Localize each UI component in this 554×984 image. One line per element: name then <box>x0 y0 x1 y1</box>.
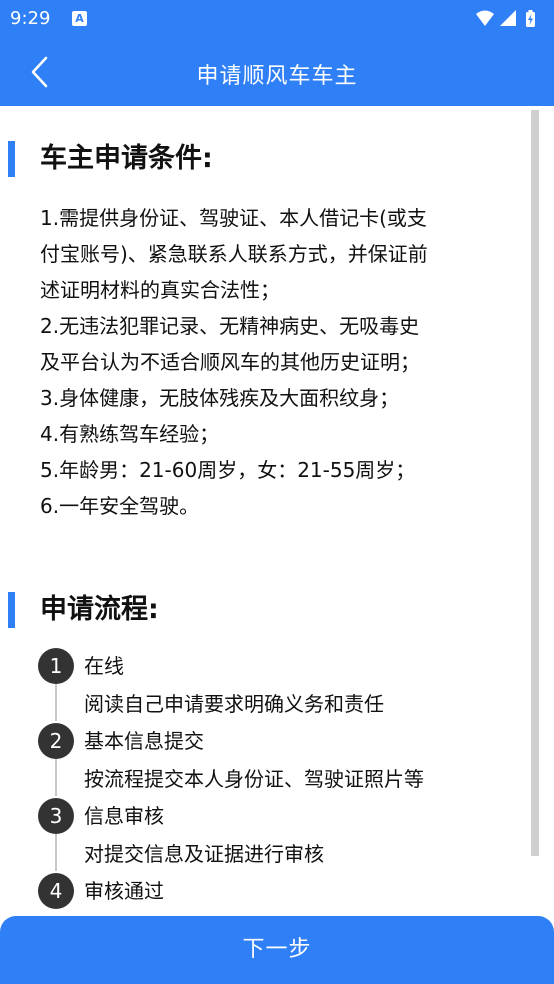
condition-line: 1.需提供身份证、驾驶证、本人借记卡(或支 <box>40 206 427 230</box>
condition-line: 5.年龄男：21-60周岁，女：21-55周岁； <box>40 458 416 482</box>
condition-line: 述证明材料的真实合法性； <box>40 278 280 302</box>
scrollbar[interactable] <box>531 110 539 856</box>
process-heading: 申请流程: <box>40 594 159 625</box>
section-accent-bar <box>8 141 15 177</box>
step-description: 对提交信息及证据进行审核 <box>84 842 324 866</box>
step-title: 审核通过 <box>84 879 164 903</box>
step-description: 按流程提交本人身份证、驾驶证照片等 <box>84 767 424 791</box>
condition-line: 付宝账号)、紧急联系人联系方式，并保证前 <box>40 242 428 266</box>
status-time: 9:29 <box>10 8 51 29</box>
notification-icon: A <box>72 11 87 26</box>
step-number: 2 <box>38 723 74 759</box>
next-step-button[interactable]: 下一步 <box>0 916 554 984</box>
content-scroll-area[interactable]: 车主申请条件: 1.需提供身份证、驾驶证、本人借记卡(或支 付宝账号)、紧急联系… <box>0 106 554 916</box>
page-title: 申请顺风车车主 <box>196 64 358 89</box>
condition-line: 6.一年安全驾驶。 <box>40 494 200 518</box>
step-title: 基本信息提交 <box>84 729 204 753</box>
wifi-icon <box>476 10 494 26</box>
status-icons <box>474 10 542 28</box>
app-bar: 申请顺风车车主 <box>0 38 554 106</box>
condition-line: 3.身体健康，无肢体残疾及大面积纹身； <box>40 386 400 410</box>
condition-line: 4.有熟练驾车经验； <box>40 422 220 446</box>
conditions-heading: 车主申请条件: <box>40 143 213 174</box>
signal-icon <box>500 10 516 26</box>
battery-icon <box>526 10 535 27</box>
step-description: 阅读自己申请要求明确义务和责任 <box>84 692 384 716</box>
status-bar: 9:29 A <box>0 0 554 38</box>
condition-line: 及平台认为不适合顺风车的其他历史证明； <box>40 350 420 374</box>
conditions-list: 1.需提供身份证、驾驶证、本人借记卡(或支 付宝账号)、紧急联系人联系方式，并保… <box>40 200 524 524</box>
step-number: 1 <box>38 648 74 684</box>
step-title: 信息审核 <box>84 804 164 828</box>
condition-line: 2.无违法犯罪记录、无精神病史、无吸毒史 <box>40 314 420 338</box>
step-title: 在线 <box>84 654 124 678</box>
timeline-connector <box>55 834 57 871</box>
step-number: 3 <box>38 798 74 834</box>
step-number: 4 <box>38 873 74 909</box>
timeline-connector <box>55 759 57 796</box>
section-accent-bar <box>8 592 15 628</box>
timeline-connector <box>55 684 57 721</box>
